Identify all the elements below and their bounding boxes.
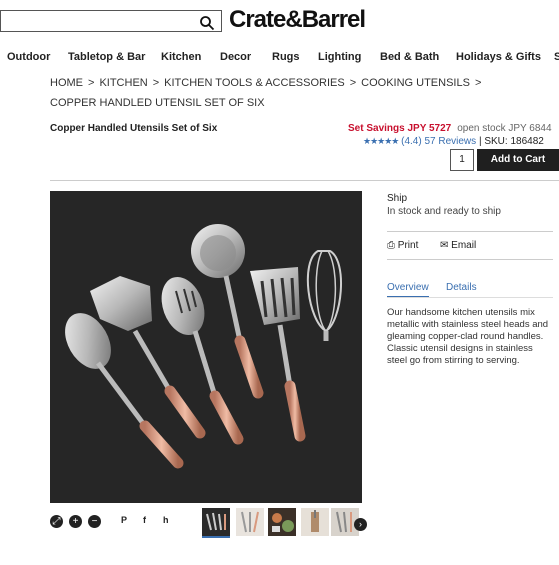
price-block: Set Savings JPY 5727 open stock JPY 6844	[348, 123, 552, 134]
divider	[387, 259, 553, 260]
nav-item-lighting[interactable]: Lighting	[318, 51, 361, 63]
breadcrumb: HOME > KITCHEN > KITCHEN TOOLS & ACCESSORIES…	[50, 77, 486, 89]
nav-item-tabletop-bar[interactable]: Tabletop & Bar	[68, 51, 145, 63]
search-input[interactable]	[0, 10, 222, 32]
email-label: Email	[451, 240, 477, 251]
thumbnail[interactable]	[268, 508, 296, 536]
tab-overview[interactable]: Overview	[387, 282, 429, 298]
quantity-input[interactable]: 1	[450, 149, 474, 171]
breadcrumb-current: COPPER HANDLED UTENSIL SET OF SIX	[50, 97, 265, 109]
fullscreen-icon[interactable]: ⤢	[50, 515, 63, 528]
add-to-cart-button[interactable]: Add to Cart	[477, 149, 559, 171]
print-button[interactable]: ⎙ Print	[387, 240, 418, 251]
nav-item-kitchen[interactable]: Kitchen	[161, 51, 201, 63]
thumbnail[interactable]	[301, 508, 329, 536]
breadcrumb-separator: >	[88, 77, 95, 89]
search-icon[interactable]	[199, 15, 215, 31]
thumbnail[interactable]	[202, 508, 230, 538]
product-image[interactable]	[50, 191, 362, 503]
breadcrumb-separator: >	[152, 77, 160, 89]
chevron-right-icon[interactable]: ›	[354, 518, 367, 531]
breadcrumb-kitchen[interactable]: KITCHEN	[99, 77, 147, 89]
divider	[387, 231, 553, 232]
rating-value[interactable]: (4.4)	[401, 136, 422, 147]
tab-details[interactable]: Details	[446, 282, 477, 293]
divider	[50, 180, 559, 181]
rating-row: ★★★★★ (4.4) 57 Reviews | SKU: 186482	[363, 136, 544, 147]
print-icon: ⎙	[387, 240, 395, 251]
thumbnail[interactable]	[236, 508, 264, 536]
breadcrumb-cooking-utensils[interactable]: COOKING UTENSILS	[361, 77, 470, 89]
breadcrumb-kitchen-tools[interactable]: KITCHEN TOOLS & ACCESSORIES	[164, 77, 345, 89]
nav-item-more[interactable]: S	[554, 51, 559, 63]
print-label: Print	[397, 240, 419, 251]
nav-item-bed-bath[interactable]: Bed & Bath	[380, 51, 439, 63]
houzz-icon[interactable]: h	[163, 515, 169, 525]
stock-status: In stock and ready to ship	[387, 206, 501, 217]
sku-label: | SKU: 186482	[478, 136, 544, 147]
email-button[interactable]: ✉ Email	[440, 240, 476, 251]
nav-item-decor[interactable]: Decor	[220, 51, 251, 63]
open-stock-price: open stock JPY 6844	[457, 123, 552, 134]
sale-price: Set Savings JPY 5727	[348, 123, 452, 134]
ship-label: Ship	[387, 193, 408, 204]
product-description: Our handsome kitchen utensils mix metall…	[387, 307, 549, 366]
site-logo[interactable]: Crate&Barrel	[229, 6, 366, 34]
nav-item-outdoor[interactable]: Outdoor	[7, 51, 50, 63]
nav-item-rugs[interactable]: Rugs	[272, 51, 300, 63]
breadcrumb-home[interactable]: HOME	[50, 77, 83, 89]
breadcrumb-separator: >	[349, 77, 357, 89]
zoom-out-icon[interactable]: −	[88, 515, 101, 528]
product-title: Copper Handled Utensils Set of Six	[50, 123, 218, 134]
breadcrumb-separator: >	[474, 77, 482, 89]
zoom-in-icon[interactable]: +	[69, 515, 82, 528]
nav-item-holidays-gifts[interactable]: Holidays & Gifts	[456, 51, 541, 63]
rating-stars[interactable]: ★★★★★	[363, 136, 399, 146]
reviews-link[interactable]: 57 Reviews	[424, 136, 476, 147]
pinterest-icon[interactable]: P	[121, 515, 127, 525]
facebook-icon[interactable]: f	[143, 515, 146, 525]
tab-underline	[387, 297, 553, 298]
envelope-icon: ✉	[440, 240, 449, 251]
